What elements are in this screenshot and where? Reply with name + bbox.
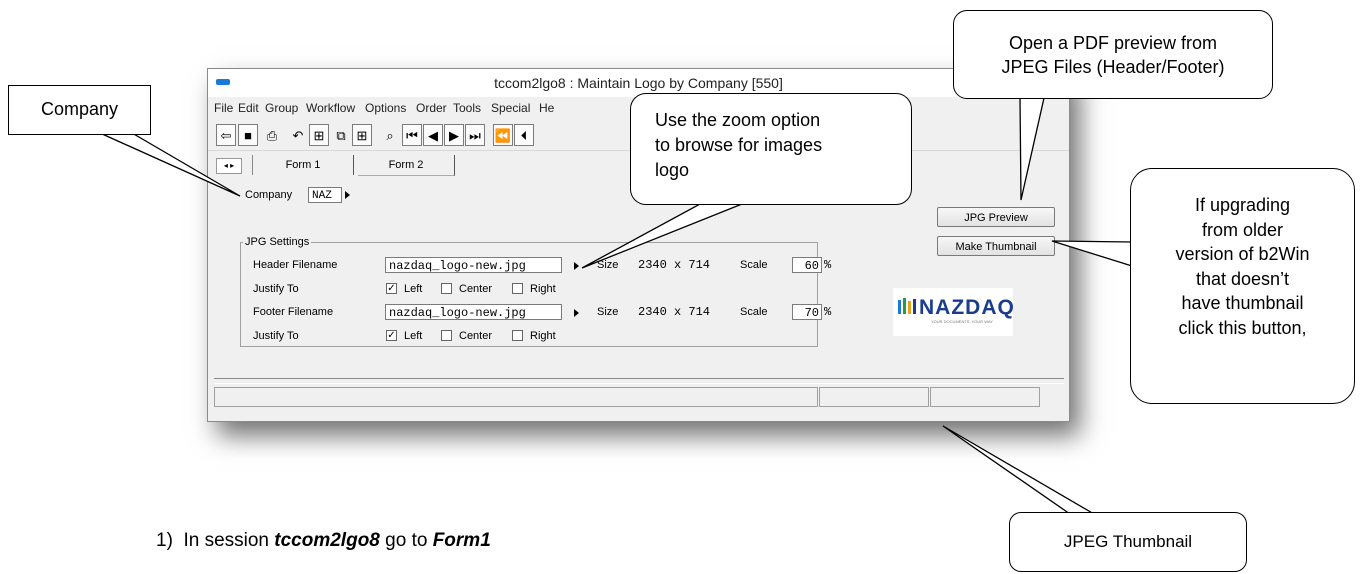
upgrade-callout-line-3: version of b2Win	[1175, 244, 1310, 264]
upgrade-callout-line-1: If upgrading	[1194, 195, 1291, 215]
pdf-callout-line-1: Open a PDF preview from	[1008, 33, 1218, 53]
instruction-form: Form1	[432, 530, 491, 551]
upgrade-callout-line-5: have thumbnail	[1181, 293, 1304, 313]
pdf-callout: Open a PDF preview from JPEG Files (Head…	[953, 10, 1273, 99]
upgrade-callout-line-6: click this button,	[1178, 317, 1307, 338]
upgrade-callout-line-2: from older	[1201, 219, 1284, 240]
instruction-prefix: 1) In session	[156, 530, 275, 551]
company-callout-text: Company	[40, 99, 119, 119]
thumbnail-callout-pointer	[942, 425, 1097, 515]
instruction-session: tccom2lgo8	[274, 530, 380, 551]
zoom-callout: Use the zoom option to browse for images…	[630, 93, 912, 205]
instruction-step-1: 1) In session tccom2lgo8 go to Form1	[156, 530, 491, 552]
zoom-callout-line-3: logo	[655, 160, 690, 180]
zoom-callout-line-2: to browse for images	[655, 135, 823, 155]
company-callout: Company	[8, 85, 151, 135]
pdf-callout-line-2: JPEG Files (Header/Footer)	[1001, 57, 1225, 77]
upgrade-callout-pointer	[1051, 240, 1133, 267]
company-callout-pointer	[99, 132, 241, 197]
thumbnail-callout-text: JPEG Thumbnail	[1063, 532, 1193, 551]
zoom-callout-pointer	[581, 203, 743, 269]
thumbnail-callout: JPEG Thumbnail	[1009, 512, 1247, 572]
upgrade-callout-line-4: that doesn’t	[1195, 268, 1290, 289]
instruction-middle: go to	[379, 530, 433, 551]
upgrade-callout: If upgrading from older version of b2Win…	[1130, 168, 1355, 404]
pdf-callout-pointer	[1019, 97, 1045, 201]
zoom-callout-line-1: Use the zoom option	[655, 110, 821, 130]
